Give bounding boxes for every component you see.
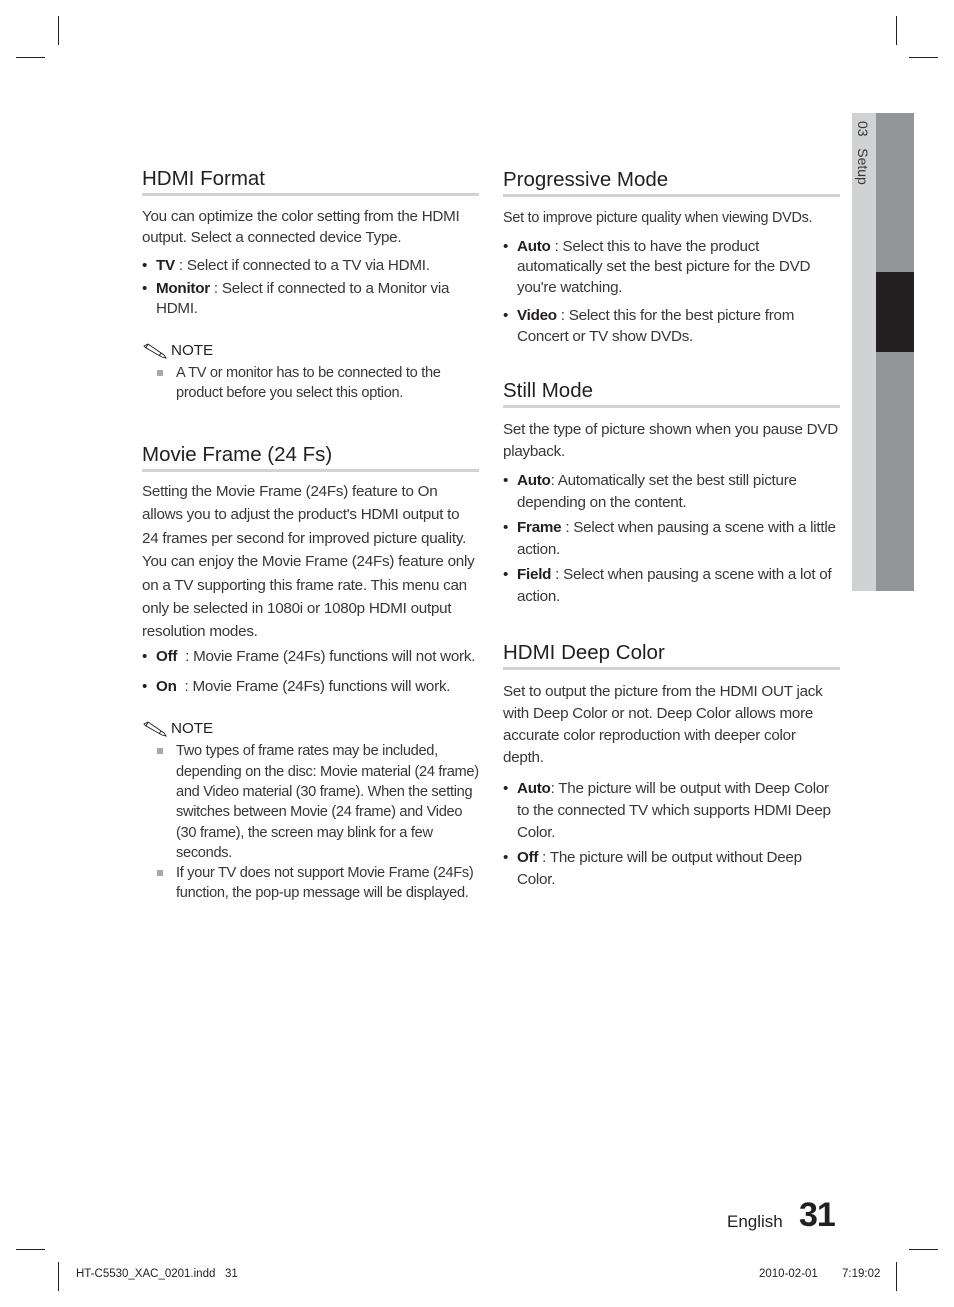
section-intro: Set to output the picture from the HDMI … — [503, 683, 823, 766]
note-item: A TV or monitor has to be connected to t… — [157, 363, 479, 404]
page-number: 31 — [799, 1196, 836, 1234]
chapter-title: Setup — [855, 148, 871, 185]
crop-mark — [896, 16, 897, 45]
slug-date: 2010-02-01 — [759, 1268, 818, 1280]
pencil-note-icon — [143, 342, 168, 359]
slug-time: 7:19:02 — [842, 1268, 881, 1280]
crop-mark — [909, 1249, 938, 1250]
section-intro: You can optimize the color setting from … — [142, 208, 460, 246]
section-hdmi-deep-color: HDMI Deep Color Set to output the pictur… — [503, 640, 840, 891]
section-still-mode: Still Mode Set the type of picture shown… — [503, 378, 840, 608]
note-item: Two types of frame rates may be included… — [157, 741, 479, 863]
chapter-tab-active-marker — [876, 272, 914, 352]
section-movie-frame: Movie Frame (24 Fs) Setting the Movie Fr… — [142, 442, 479, 904]
chapter-number: 03 — [855, 121, 871, 137]
list-item: Auto : Select this to have the product a… — [503, 237, 840, 299]
note-heading: NOTE — [142, 341, 479, 361]
section-intro: Setting the Movie Frame (24Fs) feature t… — [142, 483, 475, 641]
crop-mark — [16, 57, 45, 58]
option-list: Auto: Automatically set the best still p… — [503, 470, 840, 608]
list-item: Frame : Select when pausing a scene with… — [503, 517, 840, 561]
note-list: A TV or monitor has to be connected to t… — [142, 363, 479, 404]
section-hdmi-format: HDMI Format You can optimize the color s… — [142, 166, 479, 403]
crop-mark — [58, 1262, 59, 1291]
section-progressive-mode: Progressive Mode Set to improve picture … — [503, 167, 840, 347]
list-item: Auto: The picture will be output with De… — [503, 778, 840, 844]
option-list: Auto: The picture will be output with De… — [503, 778, 840, 891]
note-item: If your TV does not support Movie Frame … — [157, 863, 479, 904]
note-heading: NOTE — [142, 719, 479, 739]
list-item: On : Movie Frame (24Fs) functions will w… — [142, 677, 479, 698]
option-list: Off : Movie Frame (24Fs) functions will … — [142, 646, 479, 698]
chapter-tab-index-bar — [876, 113, 914, 591]
chapter-tab-label: 03 Setup — [852, 113, 876, 313]
section-title: HDMI Format — [142, 166, 479, 196]
list-item: Off : Movie Frame (24Fs) functions will … — [142, 646, 479, 668]
crop-mark — [896, 1262, 897, 1291]
list-item: Auto: Automatically set the best still p… — [503, 470, 840, 514]
crop-mark — [58, 16, 59, 45]
section-title: HDMI Deep Color — [503, 640, 840, 670]
crop-mark — [16, 1249, 45, 1250]
slug-filename: HT-C5530_XAC_0201.indd 31 — [76, 1268, 238, 1280]
list-item: Field : Select when pausing a scene with… — [503, 564, 840, 608]
crop-mark — [909, 57, 938, 58]
pencil-note-icon — [143, 721, 168, 738]
section-title: Still Mode — [503, 378, 840, 408]
list-item: Monitor : Select if connected to a Monit… — [142, 279, 479, 320]
note-list: Two types of frame rates may be included… — [142, 741, 479, 903]
list-item: TV : Select if connected to a TV via HDM… — [142, 256, 479, 277]
section-title: Movie Frame (24 Fs) — [142, 442, 479, 472]
list-item: Video : Select this for the best picture… — [503, 306, 840, 347]
section-title: Progressive Mode — [503, 167, 840, 197]
option-list: Auto : Select this to have the product a… — [503, 237, 840, 348]
list-item: Off : The picture will be output without… — [503, 847, 840, 891]
footer-language: English — [727, 1212, 783, 1231]
section-intro: Set to improve picture quality when view… — [503, 210, 813, 226]
option-list: TV : Select if connected to a TV via HDM… — [142, 256, 479, 320]
section-intro: Set the type of picture shown when you p… — [503, 421, 838, 460]
